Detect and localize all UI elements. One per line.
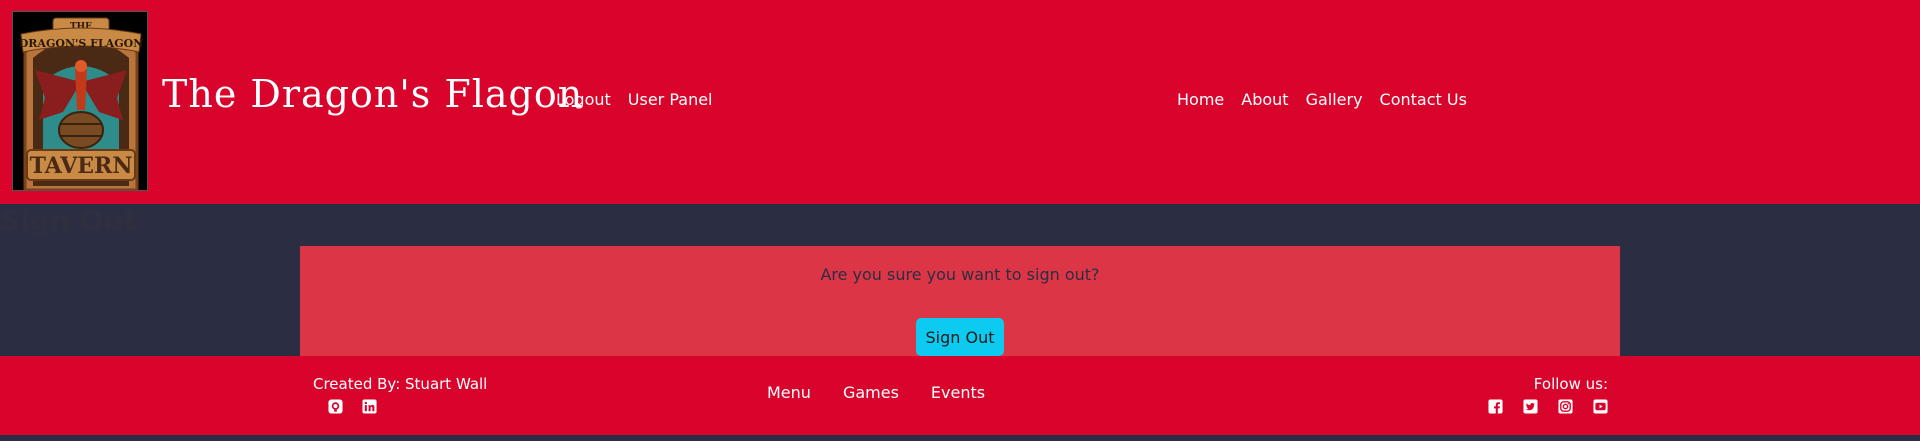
footer-credit: Created By: Stuart Wall: [313, 375, 488, 393]
footer-nav: Menu Games Events: [767, 383, 985, 402]
page-title: Sign Out: [0, 204, 137, 237]
youtube-icon[interactable]: [1593, 399, 1608, 414]
page-bottom: [0, 435, 1920, 441]
main-nav: Home About Gallery Contact Us: [1177, 90, 1467, 109]
signout-prompt: Are you sure you want to sign out?: [820, 265, 1100, 284]
site-footer: Created By: Stuart Wall Menu Games Event…: [0, 356, 1920, 435]
footer-nav-menu[interactable]: Menu: [767, 383, 811, 402]
nav-about[interactable]: About: [1241, 90, 1288, 109]
linkedin-icon[interactable]: [362, 399, 377, 414]
site-title[interactable]: The Dragon's Flagon: [162, 72, 583, 116]
nav-gallery[interactable]: Gallery: [1306, 90, 1363, 109]
facebook-icon[interactable]: [1488, 399, 1503, 414]
site-header: THE DRAGON'S FLAGON TAVERN The Dragon's …: [0, 0, 1920, 204]
nav-home[interactable]: Home: [1177, 90, 1224, 109]
sign-out-button[interactable]: Sign Out: [916, 318, 1004, 356]
svg-text:TAVERN: TAVERN: [30, 153, 133, 179]
tavern-logo[interactable]: THE DRAGON'S FLAGON TAVERN: [12, 11, 148, 191]
nav-logout[interactable]: Logout: [556, 90, 611, 109]
nav-user-panel[interactable]: User Panel: [628, 90, 713, 109]
nav-contact-us[interactable]: Contact Us: [1380, 90, 1467, 109]
creator-links: [328, 399, 377, 414]
footer-nav-games[interactable]: Games: [843, 383, 899, 402]
twitter-icon[interactable]: [1523, 399, 1538, 414]
instagram-icon[interactable]: [1558, 399, 1573, 414]
signout-card: Are you sure you want to sign out? Sign …: [300, 246, 1620, 356]
footer-nav-events[interactable]: Events: [931, 383, 985, 402]
svg-text:DRAGON'S FLAGON: DRAGON'S FLAGON: [19, 37, 144, 50]
social-links: [1488, 399, 1608, 414]
github-icon[interactable]: [328, 399, 343, 414]
follow-us-label: Follow us:: [1533, 375, 1608, 393]
user-nav: Logout User Panel: [556, 90, 713, 109]
